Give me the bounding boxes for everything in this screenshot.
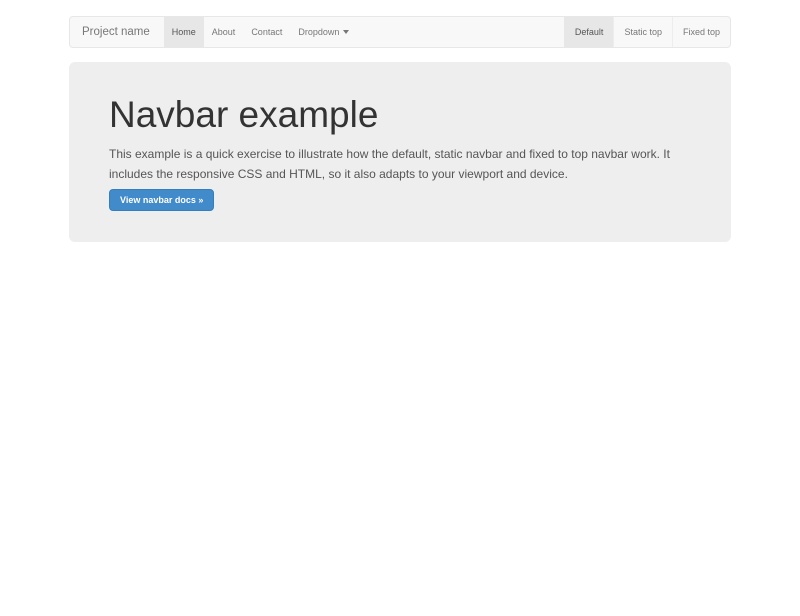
nav-item-label: Dropdown	[298, 27, 339, 37]
view-navbar-docs-button[interactable]: View navbar docs »	[109, 189, 214, 211]
page-title: Navbar example	[109, 94, 691, 137]
jumbotron: Navbar example This example is a quick e…	[69, 62, 731, 242]
caret-down-icon	[343, 30, 349, 34]
jumbotron-description: This example is a quick exercise to illu…	[109, 144, 689, 184]
navbar-nav-right: Default Static top Fixed top	[564, 17, 730, 47]
nav-item-label: Home	[172, 27, 196, 37]
nav-item-default[interactable]: Default	[564, 17, 614, 47]
navbar: Project name Home About Contact Dropdown…	[69, 16, 731, 48]
nav-item-fixed-top[interactable]: Fixed top	[672, 17, 730, 47]
nav-item-label: Contact	[251, 27, 282, 37]
navbar-brand[interactable]: Project name	[70, 17, 162, 47]
page: Project name Home About Contact Dropdown…	[69, 16, 731, 242]
nav-item-label: Default	[575, 27, 604, 37]
nav-item-dropdown[interactable]: Dropdown	[290, 17, 357, 47]
nav-item-contact[interactable]: Contact	[243, 17, 290, 47]
nav-item-static-top[interactable]: Static top	[613, 17, 672, 47]
nav-item-label: About	[212, 27, 236, 37]
nav-item-home[interactable]: Home	[164, 17, 204, 47]
nav-item-about[interactable]: About	[204, 17, 244, 47]
nav-item-label: Static top	[624, 27, 662, 37]
navbar-nav: Home About Contact Dropdown	[164, 17, 358, 47]
nav-item-label: Fixed top	[683, 27, 720, 37]
